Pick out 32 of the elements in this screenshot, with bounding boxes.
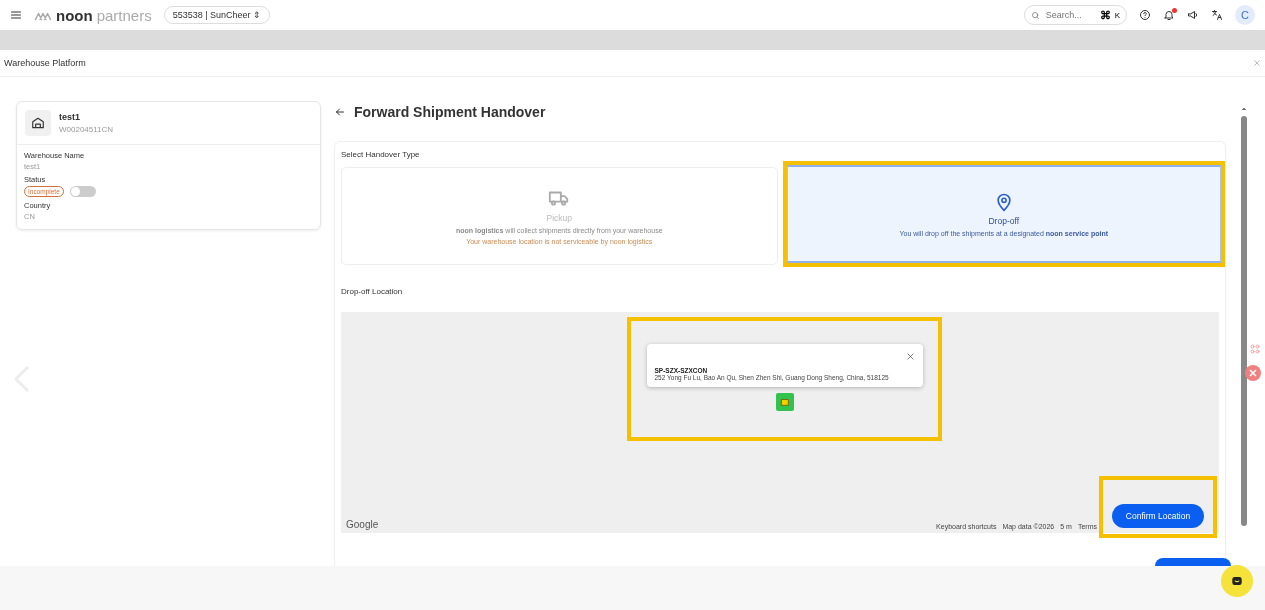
brand-suffix: partners [96, 6, 152, 24]
brand-name: noon [56, 6, 93, 24]
scrollbar-thumb[interactable] [1241, 116, 1247, 526]
shortcut-key: K [1114, 10, 1120, 20]
menu-icon[interactable] [10, 9, 22, 21]
account-selector[interactable]: 553538 | SunCheer ⇕ [163, 6, 271, 24]
notification-icon[interactable] [1163, 9, 1175, 21]
warehouse-code: W00204511CN [59, 125, 114, 134]
shortcut-key: ⌘ [1099, 8, 1111, 22]
scroll-up-icon [1240, 105, 1248, 113]
map-attribution: Google [346, 519, 379, 530]
map-marker[interactable] [775, 393, 794, 411]
search-icon [1030, 10, 1040, 20]
warehouse-icon [25, 110, 51, 136]
megaphone-icon[interactable] [1187, 9, 1199, 21]
help-icon[interactable] [1139, 9, 1151, 21]
back-arrow-icon[interactable] [334, 106, 346, 118]
status-toggle[interactable] [69, 186, 96, 197]
smile-icon [1230, 574, 1244, 588]
section-label: Select Handover Type [341, 150, 421, 159]
confirm-location-button[interactable]: Confirm Location [1111, 504, 1205, 528]
section-label: Drop-off Location [341, 287, 404, 296]
partial-button[interactable] [1155, 558, 1231, 566]
modal-title: Warehouse Platform [4, 58, 86, 68]
badge-icon[interactable] [1245, 365, 1261, 381]
warehouse-name: test1 [59, 112, 81, 122]
close-icon[interactable] [905, 352, 915, 361]
user-avatar[interactable]: C [1235, 5, 1255, 25]
page-heading: Forward Shipment Handover [354, 104, 546, 120]
translate-icon[interactable] [1211, 9, 1223, 21]
app-grid-icon [1249, 343, 1261, 355]
box-icon [779, 397, 790, 407]
